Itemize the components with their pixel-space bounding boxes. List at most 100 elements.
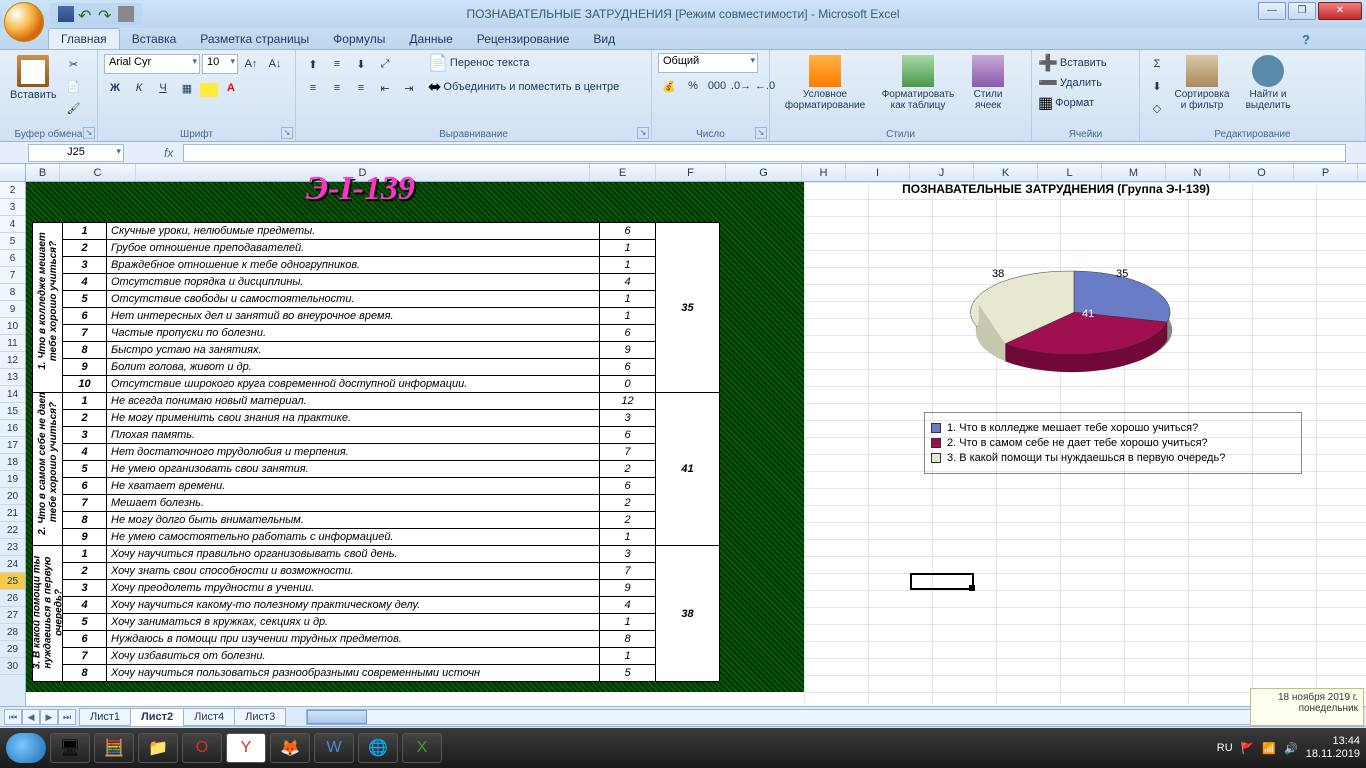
- sheet-nav-first[interactable]: ⏮: [4, 709, 22, 725]
- number-launcher[interactable]: ↘: [755, 127, 767, 139]
- autosum-button[interactable]: Σ: [1146, 53, 1168, 75]
- row-header-2[interactable]: 2: [0, 182, 25, 199]
- row-header-21[interactable]: 21: [0, 505, 25, 522]
- merge-center-button[interactable]: ⬌ Объединить и поместить в центре: [428, 77, 619, 97]
- row-header-5[interactable]: 5: [0, 233, 25, 250]
- underline-button[interactable]: Ч: [152, 77, 174, 99]
- name-box[interactable]: J25: [28, 144, 124, 162]
- taskbar-app-2[interactable]: 🧮: [94, 733, 134, 763]
- currency-button[interactable]: 💰: [658, 75, 680, 97]
- font-size-combo[interactable]: 10: [202, 54, 238, 74]
- fill-color-button[interactable]: [200, 83, 218, 97]
- conditional-formatting-button[interactable]: Условное форматирование: [776, 53, 874, 113]
- grow-font-button[interactable]: A↑: [240, 53, 262, 75]
- wrap-text-button[interactable]: 📄 Перенос текста: [428, 53, 619, 73]
- col-header-E[interactable]: E: [590, 164, 656, 181]
- percent-button[interactable]: %: [682, 75, 704, 97]
- col-header-L[interactable]: L: [1038, 164, 1102, 181]
- save-icon[interactable]: [58, 6, 74, 22]
- sheet-nav-next[interactable]: ▶: [40, 709, 58, 725]
- sheet-tab-Лист3[interactable]: Лист3: [234, 708, 286, 726]
- row-header-7[interactable]: 7: [0, 267, 25, 284]
- row-header-18[interactable]: 18: [0, 454, 25, 471]
- col-header-K[interactable]: K: [974, 164, 1038, 181]
- sheet-tab-Лист4[interactable]: Лист4: [183, 708, 235, 726]
- row-header-29[interactable]: 29: [0, 641, 25, 658]
- taskbar-app-word[interactable]: W: [314, 733, 354, 763]
- col-header-H[interactable]: H: [802, 164, 846, 181]
- clear-button[interactable]: ◇: [1146, 97, 1168, 119]
- cell-styles-button[interactable]: Стили ячеек: [962, 53, 1014, 113]
- close-button[interactable]: ✕: [1318, 2, 1362, 20]
- row-header-23[interactable]: 23: [0, 539, 25, 556]
- paste-button[interactable]: Вставить: [6, 53, 61, 103]
- tab-Вставка[interactable]: Вставка: [120, 29, 189, 49]
- cells-area[interactable]: Э-I-139 1. Что в колледже мешает тебе хо…: [26, 182, 1366, 706]
- align-left-button[interactable]: ≡: [302, 77, 324, 99]
- clipboard-launcher[interactable]: ↘: [83, 127, 95, 139]
- tab-Вид[interactable]: Вид: [581, 29, 627, 49]
- row-header-9[interactable]: 9: [0, 301, 25, 318]
- format-as-table-button[interactable]: Форматировать как таблицу: [874, 53, 962, 113]
- col-header-N[interactable]: N: [1166, 164, 1230, 181]
- find-select-button[interactable]: Найти и выделить: [1236, 53, 1300, 113]
- tray-sound-icon[interactable]: 🔊: [1284, 742, 1298, 755]
- sheet-nav-prev[interactable]: ◀: [22, 709, 40, 725]
- col-header-F[interactable]: F: [656, 164, 726, 181]
- row-header-26[interactable]: 26: [0, 590, 25, 607]
- comma-button[interactable]: 000: [706, 75, 728, 97]
- print-icon[interactable]: [118, 6, 134, 22]
- row-header-24[interactable]: 24: [0, 556, 25, 573]
- sheet-nav-last[interactable]: ⏭: [58, 709, 76, 725]
- align-middle-button[interactable]: ≡: [326, 53, 348, 75]
- delete-cells-button[interactable]: ➖Удалить: [1038, 73, 1102, 93]
- format-cells-button[interactable]: ▦Формат: [1038, 93, 1094, 113]
- select-all-corner[interactable]: [0, 164, 26, 181]
- align-bottom-button[interactable]: ⬇: [350, 53, 372, 75]
- col-header-M[interactable]: M: [1102, 164, 1166, 181]
- tab-Формулы[interactable]: Формулы: [321, 29, 397, 49]
- align-right-button[interactable]: ≡: [350, 77, 372, 99]
- copy-button[interactable]: 📄: [63, 75, 85, 97]
- increase-decimal-button[interactable]: .0→: [730, 75, 752, 97]
- col-header-B[interactable]: B: [26, 164, 60, 181]
- row-header-6[interactable]: 6: [0, 250, 25, 267]
- taskbar-app-1[interactable]: 🖥: [50, 733, 90, 763]
- col-header-J[interactable]: J: [910, 164, 974, 181]
- row-header-3[interactable]: 3: [0, 199, 25, 216]
- row-header-4[interactable]: 4: [0, 216, 25, 233]
- tab-Рецензирование[interactable]: Рецензирование: [465, 29, 582, 49]
- fx-icon[interactable]: fx: [164, 146, 173, 160]
- row-header-12[interactable]: 12: [0, 352, 25, 369]
- tab-Разметка страницы[interactable]: Разметка страницы: [188, 29, 321, 49]
- office-button[interactable]: [4, 2, 44, 42]
- redo-icon[interactable]: ↷: [98, 6, 114, 22]
- row-header-27[interactable]: 27: [0, 607, 25, 624]
- help-icon[interactable]: ?: [1302, 32, 1310, 47]
- font-name-combo[interactable]: Arial Cyr: [104, 54, 200, 74]
- sort-filter-button[interactable]: Сортировка и фильтр: [1168, 53, 1236, 113]
- row-header-13[interactable]: 13: [0, 369, 25, 386]
- row-header-19[interactable]: 19: [0, 471, 25, 488]
- tab-Данные[interactable]: Данные: [397, 29, 464, 49]
- row-header-17[interactable]: 17: [0, 437, 25, 454]
- chart[interactable]: ПОЗНАВАТЕЛЬНЫЕ ЗАТРУДНЕНИЯ (Группа Э-I-1…: [826, 182, 1286, 522]
- italic-button[interactable]: К: [128, 77, 150, 99]
- row-header-14[interactable]: 14: [0, 386, 25, 403]
- maximize-button[interactable]: ❐: [1288, 2, 1316, 20]
- fill-button[interactable]: ⬇: [1146, 75, 1168, 97]
- taskbar-app-firefox[interactable]: 🦊: [270, 733, 310, 763]
- taskbar-app-yandex[interactable]: Y: [226, 733, 266, 763]
- align-top-button[interactable]: ⬆: [302, 53, 324, 75]
- alignment-launcher[interactable]: ↘: [637, 127, 649, 139]
- taskbar-app-chrome[interactable]: 🌐: [358, 733, 398, 763]
- row-header-11[interactable]: 11: [0, 335, 25, 352]
- taskbar-app-opera[interactable]: O: [182, 733, 222, 763]
- taskbar-app-3[interactable]: 📁: [138, 733, 178, 763]
- bold-button[interactable]: Ж: [104, 77, 126, 99]
- minimize-button[interactable]: —: [1258, 2, 1286, 20]
- tray-lang[interactable]: RU: [1217, 742, 1233, 754]
- row-header-22[interactable]: 22: [0, 522, 25, 539]
- col-header-I[interactable]: I: [846, 164, 910, 181]
- tray-date[interactable]: 18.11.2019: [1306, 748, 1360, 761]
